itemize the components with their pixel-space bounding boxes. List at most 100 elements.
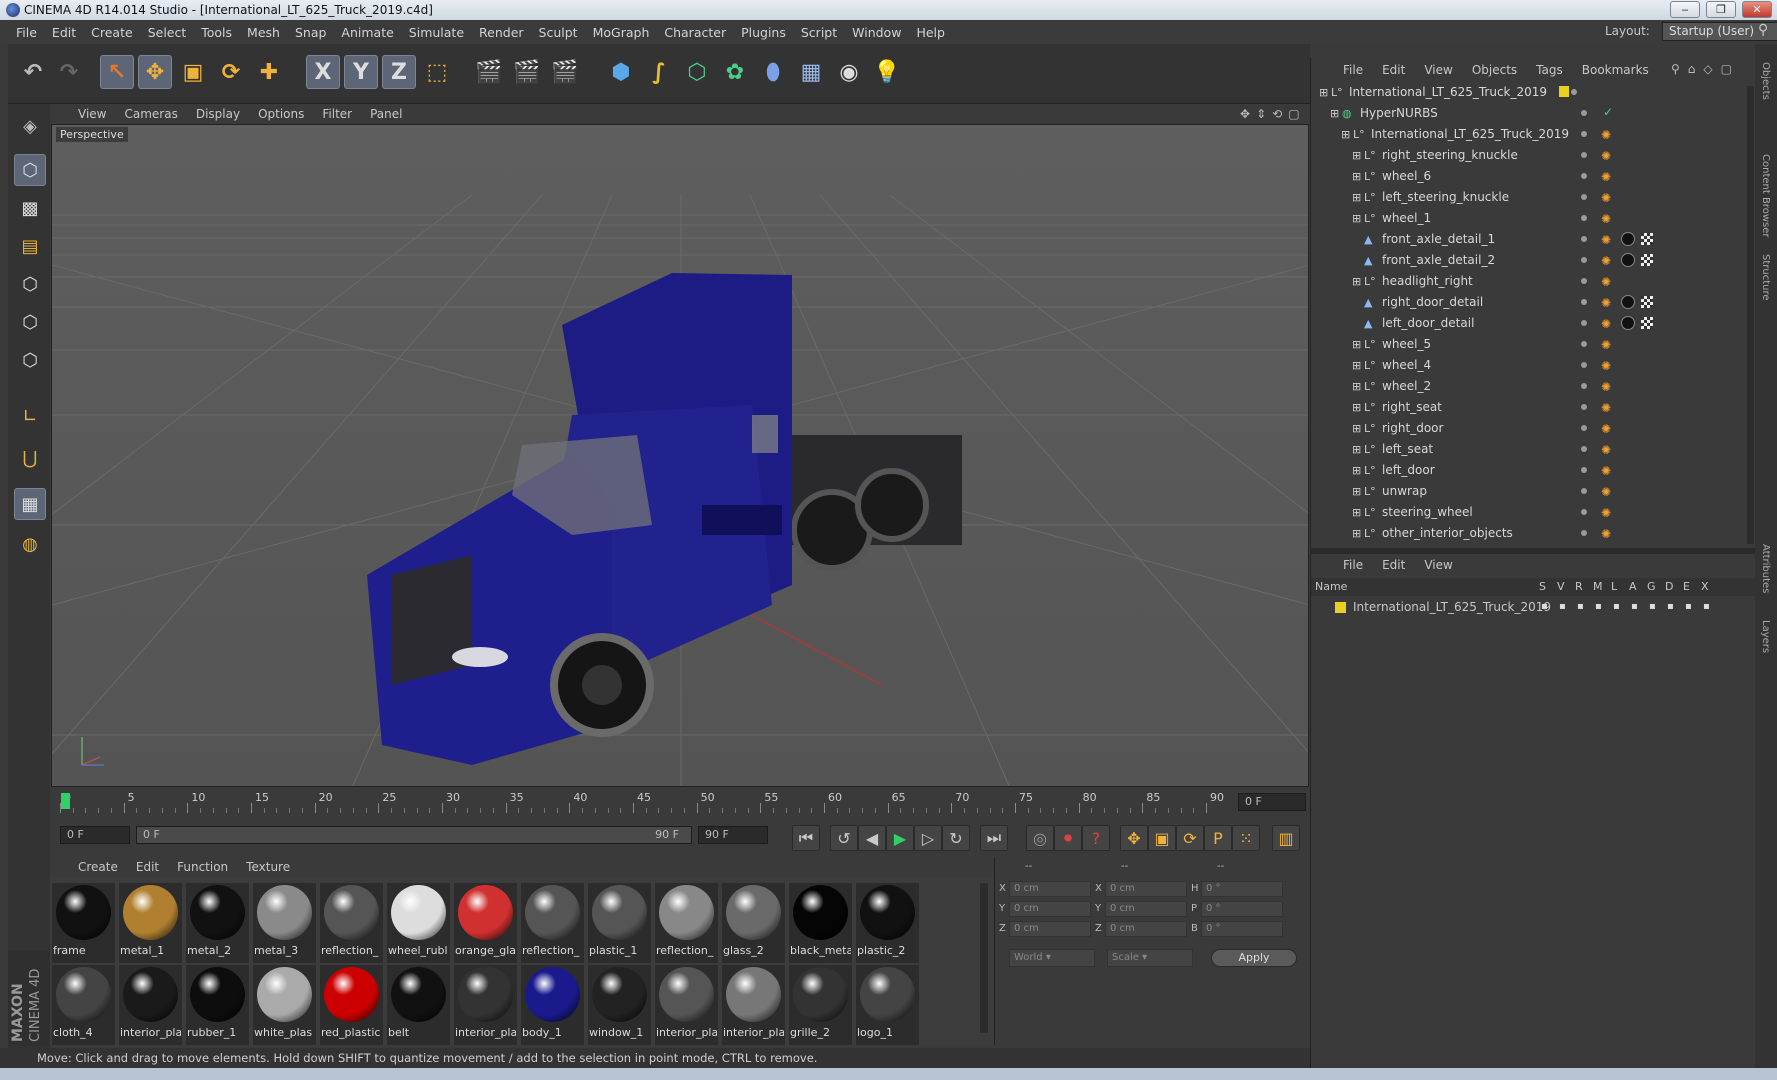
object-row[interactable]: ⊞ ◍ HyperNURBS ✓ <box>1311 103 1743 124</box>
layer-toggle-icon[interactable]: ▪ <box>1577 601 1584 612</box>
layer-color-swatch[interactable] <box>1335 602 1346 613</box>
expand-toggle-icon[interactable]: ⊞ <box>1330 107 1340 120</box>
frame-range-slider[interactable]: 0 F 90 F <box>136 826 692 844</box>
viewport-menu-filter[interactable]: Filter <box>322 107 352 121</box>
phong-tag-icon[interactable]: ✺ <box>1601 296 1611 310</box>
texture-mode-icon[interactable]: ▩ <box>14 192 46 224</box>
object-row[interactable]: ⊞ L° right_seat ✺ <box>1311 397 1743 418</box>
phong-tag-icon[interactable]: ✺ <box>1601 212 1611 226</box>
next-frame-button[interactable]: ▷ <box>914 825 942 851</box>
coord-position-field[interactable]: 0 cm <box>1009 921 1091 937</box>
z-axis-lock-button[interactable]: Z <box>382 55 416 89</box>
phong-tag-icon[interactable]: ✺ <box>1601 170 1611 184</box>
menu-plugins[interactable]: Plugins <box>741 25 786 40</box>
object-row[interactable]: ⊞ L° headlight_right ✺ <box>1311 271 1743 292</box>
play-button[interactable]: ▶ <box>886 825 914 851</box>
material-swatch[interactable]: wheel_rubl <box>387 883 450 963</box>
object-menu-objects[interactable]: Objects <box>1472 63 1517 77</box>
timeline-playhead[interactable] <box>61 793 70 809</box>
phong-tag-icon[interactable]: ✺ <box>1601 317 1611 331</box>
rotate-tool-button[interactable]: ⟳ <box>214 55 248 89</box>
expand-toggle-icon[interactable]: ⊞ <box>1352 527 1362 540</box>
editor-visibility-dot[interactable] <box>1581 509 1587 515</box>
live-selection-button[interactable]: ↖ <box>100 55 134 89</box>
maximize-button[interactable]: ❐ <box>1706 1 1736 18</box>
scale-key-button[interactable]: ▣ <box>1148 825 1176 851</box>
phong-tag-icon[interactable]: ✺ <box>1601 233 1611 247</box>
editor-visibility-dot[interactable] <box>1581 341 1587 347</box>
object-scrollbar[interactable] <box>1747 86 1754 544</box>
editor-visibility-dot[interactable] <box>1581 446 1587 452</box>
object-row[interactable]: ⊞ L° other_interior_objects ✺ <box>1311 523 1743 544</box>
next-key-button[interactable]: ↻ <box>942 825 970 851</box>
coord-size-field[interactable]: 0 cm <box>1105 921 1187 937</box>
camera-button[interactable]: ◉ <box>832 55 866 89</box>
menu-mograph[interactable]: MoGraph <box>593 25 650 40</box>
truck-model[interactable] <box>367 273 962 765</box>
world-select[interactable]: World ▾ <box>1009 949 1095 967</box>
coord-rotation-field[interactable]: 0 ° <box>1201 921 1283 937</box>
material-swatch[interactable]: plastic_2 <box>856 883 919 963</box>
expand-toggle-icon[interactable]: ⊞ <box>1352 275 1362 288</box>
material-swatch[interactable]: plastic_1 <box>588 883 651 963</box>
keyframe-selection-button[interactable]: ? <box>1082 825 1110 851</box>
material-swatch[interactable]: frame <box>52 883 115 963</box>
layer-column-l[interactable]: L <box>1611 580 1617 593</box>
editor-visibility-dot[interactable] <box>1581 215 1587 221</box>
menu-sculpt[interactable]: Sculpt <box>539 25 578 40</box>
snap-icon[interactable]: ⋃ <box>14 442 46 474</box>
editor-visibility-dot[interactable] <box>1581 110 1587 116</box>
material-swatch[interactable]: window_1 <box>588 965 651 1045</box>
y-axis-lock-button[interactable]: Y <box>344 55 378 89</box>
editor-visibility-dot[interactable] <box>1581 257 1587 263</box>
object-row[interactable]: ▲ left_door_detail ✺ <box>1311 313 1743 334</box>
make-editable-icon[interactable]: ◈ <box>14 110 46 142</box>
menu-mesh[interactable]: Mesh <box>247 25 280 40</box>
layer-column-a[interactable]: A <box>1629 580 1637 593</box>
material-swatch[interactable]: interior_pla <box>655 965 718 1045</box>
layer-column-g[interactable]: G <box>1647 580 1656 593</box>
coord-rotation-field[interactable]: 0 ° <box>1201 901 1283 917</box>
material-swatch[interactable]: interior_pla <box>119 965 182 1045</box>
viewport-menu-panel[interactable]: Panel <box>370 107 402 121</box>
uvw-tag-icon[interactable] <box>1641 317 1653 329</box>
array-button[interactable]: ✿ <box>718 55 752 89</box>
coord-size-field[interactable]: 0 cm <box>1105 881 1187 897</box>
render-picture-viewer-button[interactable]: 🎬 <box>510 55 544 89</box>
timeline-ruler[interactable]: 051015202530354045505560657075808590 0 F <box>50 787 1310 817</box>
orbit-icon[interactable]: ⟲ <box>1272 107 1282 121</box>
expand-toggle-icon[interactable]: ⊞ <box>1341 128 1351 141</box>
editor-visibility-dot[interactable] <box>1581 236 1587 242</box>
workplane-lock-icon[interactable]: ▦ <box>14 488 46 520</box>
object-row[interactable]: ⊞ L° International_LT_625_Truck_2019 <box>1311 82 1743 103</box>
search-icon[interactable]: ⚲ <box>1758 22 1768 38</box>
layer-color-swatch[interactable] <box>1559 86 1569 97</box>
layer-column-m[interactable]: M <box>1593 580 1603 593</box>
expand-toggle-icon[interactable]: ⊞ <box>1352 485 1362 498</box>
editor-visibility-dot[interactable] <box>1581 152 1587 158</box>
redo-button[interactable]: ↷ <box>52 55 86 89</box>
object-row[interactable]: ⊞ L° wheel_4 ✺ <box>1311 355 1743 376</box>
render-settings-button[interactable]: 🎬 <box>548 55 582 89</box>
phong-tag-icon[interactable]: ✺ <box>1601 128 1611 142</box>
phong-tag-icon[interactable]: ✺ <box>1601 338 1611 352</box>
object-row[interactable]: ⊞ L° left_seat ✺ <box>1311 439 1743 460</box>
material-swatch[interactable]: black_meta <box>789 883 852 963</box>
phong-tag-icon[interactable]: ✺ <box>1601 443 1611 457</box>
locked-workplane-icon[interactable]: ◍ <box>14 528 46 560</box>
apply-button[interactable]: Apply <box>1211 949 1297 967</box>
viewport-menu-display[interactable]: Display <box>196 107 240 121</box>
new-view-icon[interactable]: ▢ <box>1721 62 1732 76</box>
layer-column-x[interactable]: X <box>1701 580 1709 593</box>
layer-row[interactable]: International_LT_625_Truck_2019 ▪ ▪ ▪ ▪ ▪ ▪ ▪ ▪ ▪… <box>1311 598 1756 618</box>
phong-tag-icon[interactable]: ✺ <box>1601 191 1611 205</box>
expand-toggle-icon[interactable]: ⊞ <box>1352 506 1362 519</box>
menu-select[interactable]: Select <box>148 25 187 40</box>
coordinate-system-button[interactable]: ⬚ <box>420 55 454 89</box>
side-tab-content-browser[interactable]: Content Browser <box>1760 154 1771 237</box>
editor-visibility-dot[interactable] <box>1581 320 1587 326</box>
expand-toggle-icon[interactable]: ⊞ <box>1352 191 1362 204</box>
material-swatch[interactable]: reflection_ <box>521 883 584 963</box>
side-tab-objects[interactable]: Objects <box>1760 62 1771 100</box>
material-menu-create[interactable]: Create <box>78 860 118 874</box>
